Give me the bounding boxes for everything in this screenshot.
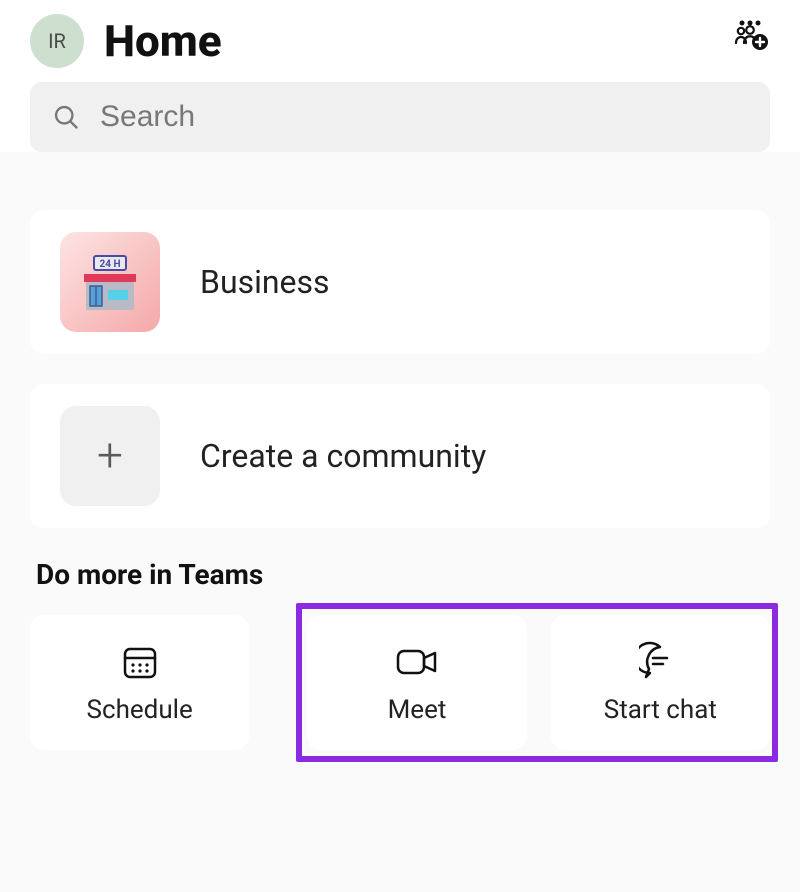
- action-meet[interactable]: Meet: [307, 615, 526, 750]
- action-start-chat[interactable]: Start chat: [551, 615, 770, 750]
- search-icon: [52, 103, 80, 131]
- create-community-card[interactable]: + Create a community: [30, 384, 770, 528]
- search-bar[interactable]: [30, 82, 770, 152]
- add-people-icon[interactable]: [730, 17, 770, 65]
- plus-icon: +: [60, 406, 160, 506]
- create-community-label: Create a community: [200, 437, 486, 475]
- action-schedule[interactable]: Schedule: [30, 615, 249, 750]
- community-label: Business: [200, 263, 330, 301]
- avatar[interactable]: IR: [30, 14, 84, 68]
- svg-text:24 H: 24 H: [99, 259, 120, 270]
- page-title: Home: [104, 15, 710, 67]
- store-24h-icon: 24 H: [60, 232, 160, 332]
- chat-icon: [639, 641, 681, 683]
- community-card-business[interactable]: 24 H Business: [30, 210, 770, 354]
- action-label: Start chat: [604, 695, 717, 725]
- search-input[interactable]: [100, 100, 748, 134]
- actions-row: Schedule Meet Start chat: [30, 615, 770, 750]
- section-title: Do more in Teams: [36, 558, 770, 591]
- video-icon: [393, 641, 441, 683]
- action-label: Schedule: [87, 695, 193, 725]
- calendar-icon: [119, 641, 161, 683]
- header: IR Home: [30, 0, 770, 82]
- action-label: Meet: [388, 695, 447, 725]
